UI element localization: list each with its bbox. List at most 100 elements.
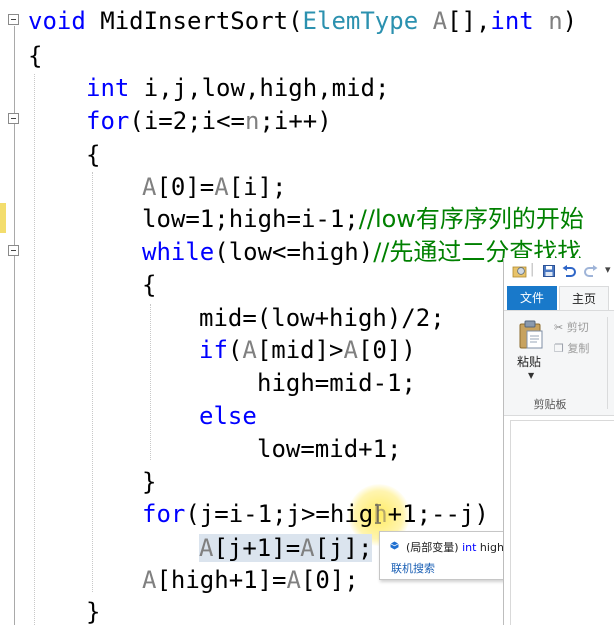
code-text: high=mid-1; xyxy=(257,369,416,397)
copy-button[interactable]: ❐ 复制 xyxy=(554,340,589,356)
cut-label: 剪切 xyxy=(566,321,589,334)
undo-icon[interactable] xyxy=(562,265,576,277)
cut-button[interactable]: ✂ 剪切 xyxy=(554,319,589,335)
code-line-function-signature[interactable]: void MidInsertSort(ElemType A[],int n) xyxy=(28,5,577,37)
param-n: n xyxy=(533,7,563,35)
code-line-if[interactable]: if(A[mid]>A[0]) xyxy=(199,334,416,366)
code-editor-screenshot: void MidInsertSort(ElemType A[],int n) {… xyxy=(0,0,614,625)
brace: { xyxy=(28,42,43,70)
code-line-open-brace[interactable]: { xyxy=(86,139,100,171)
code-line-low-assign[interactable]: low=mid+1; xyxy=(257,433,402,465)
tooltip-symbol: high xyxy=(476,541,504,554)
qat-separator: | xyxy=(530,262,535,277)
code-line-close-brace[interactable]: } xyxy=(142,466,156,498)
param-a: A xyxy=(286,566,301,594)
chevron-down-icon[interactable]: ▼ xyxy=(528,371,534,380)
cut-icon: ✂ xyxy=(554,321,564,334)
indent-guide xyxy=(92,172,93,592)
param-type: ElemType xyxy=(302,7,419,35)
brace: { xyxy=(86,141,101,169)
code-line-open-brace[interactable]: { xyxy=(28,40,42,72)
code-text: mid=(low+high)/2; xyxy=(199,304,445,332)
file-explorer-window: | ▾ 文件 主页 粘贴 ▼ ✂ 剪切 ❐ 复制 剪贴板 xyxy=(503,258,614,625)
param-a: A xyxy=(343,336,358,364)
code-text: [j]; xyxy=(314,534,373,562)
code-text: [high+1]= xyxy=(156,566,287,594)
declaration-list: i,j,low,high,mid; xyxy=(129,74,390,102)
code-line-close-brace[interactable]: } xyxy=(86,596,100,625)
code-text: -1;j>=hig xyxy=(243,500,374,528)
code-text: [mid]> xyxy=(256,336,344,364)
var-i: i xyxy=(243,173,258,201)
fold-collapse-icon[interactable] xyxy=(8,14,19,25)
code-text: <= xyxy=(216,107,245,135)
code-text: [0]) xyxy=(357,336,416,364)
var-i: i xyxy=(143,107,159,135)
code-text: =2; xyxy=(158,107,202,135)
quickinfo-tooltip: (局部变量) int high 联机搜索 xyxy=(379,531,521,580)
code-text: (low<=high) xyxy=(214,238,374,266)
code-text: -1; xyxy=(315,205,359,233)
code-text: [0]= xyxy=(156,173,215,201)
code-line-inner-for[interactable]: for(j=i-1;j>=high+1;--j) xyxy=(142,498,489,530)
param-a: A xyxy=(142,173,157,201)
keyword-for: for xyxy=(86,107,130,135)
ibeam-cursor-icon xyxy=(375,504,381,524)
code-line-else[interactable]: else xyxy=(199,400,257,432)
explorer-content-pane[interactable] xyxy=(510,420,614,625)
tooltip-description: (局部变量) int high xyxy=(406,539,504,555)
code-comment: //low有序序列的开始 xyxy=(358,205,584,233)
code-text: ( xyxy=(129,107,144,135)
code-line-low-high-init[interactable]: low=1;high=i-1;//low有序序列的开始 xyxy=(142,203,584,235)
code-line-high-assign[interactable]: high=mid-1; xyxy=(257,367,416,399)
var-i: i xyxy=(273,107,289,135)
save-icon[interactable] xyxy=(543,265,555,277)
code-text: ++) xyxy=(288,107,332,135)
keyword-void: void xyxy=(28,7,86,35)
code-line-outer-for[interactable]: for(i=2;i<=n;i++) xyxy=(86,105,332,137)
ribbon-tabs: 文件 主页 xyxy=(504,286,614,310)
code-text: ]; xyxy=(257,173,287,201)
param-a: A xyxy=(142,566,157,594)
param-brackets: [], xyxy=(447,7,491,35)
fold-collapse-icon[interactable] xyxy=(8,245,19,256)
code-line-shift[interactable]: A[j+1]=A[j]; xyxy=(199,532,373,564)
customize-qat-icon[interactable]: ▾ xyxy=(605,262,611,278)
fold-collapse-icon[interactable] xyxy=(8,113,19,124)
close-paren: ) xyxy=(562,7,578,35)
code-line-assign-a0[interactable]: A[0]=A[i]; xyxy=(142,171,287,203)
code-line-mid-calc[interactable]: mid=(low+high)/2; xyxy=(199,302,445,334)
code-text: low=mid+1; xyxy=(257,435,402,463)
tooltip-kind: (局部变量) xyxy=(406,541,459,554)
paste-button-label[interactable]: 粘贴 xyxy=(517,353,541,370)
code-text: ; xyxy=(259,107,274,135)
variable-icon xyxy=(390,541,399,550)
copy-icon: ❐ xyxy=(554,342,564,355)
param-a: A xyxy=(214,173,229,201)
change-marker xyxy=(0,203,6,233)
keyword-if: if xyxy=(199,336,228,364)
keyword-int: int xyxy=(86,74,130,102)
code-line-final-assign[interactable]: A[high+1]=A[0]; xyxy=(142,564,359,596)
quick-access-toolbar: | ▾ xyxy=(504,258,614,284)
code-line-open-brace[interactable]: { xyxy=(142,269,156,301)
code-line-declarations[interactable]: int i,j,low,high,mid; xyxy=(86,72,389,104)
keyword-for: for xyxy=(142,500,186,528)
tooltip-type: int xyxy=(462,541,477,554)
tab-file[interactable]: 文件 xyxy=(507,286,557,310)
redo-icon[interactable] xyxy=(584,265,598,277)
folder-properties-icon[interactable] xyxy=(512,264,528,278)
code-text: ( xyxy=(227,336,243,364)
highlighted-statement: A[j+1]=A[j]; xyxy=(199,534,373,562)
indent-guide xyxy=(34,74,35,625)
brace: } xyxy=(142,468,157,496)
code-text: (j= xyxy=(185,500,229,528)
brace: } xyxy=(86,598,101,625)
online-search-link[interactable]: 联机搜索 xyxy=(391,560,435,576)
param-n: n xyxy=(244,107,260,135)
code-text: [ xyxy=(228,173,244,201)
tab-home[interactable]: 主页 xyxy=(559,286,609,310)
paste-icon[interactable] xyxy=(518,320,544,350)
var-i: i xyxy=(228,500,244,528)
keyword-while: while xyxy=(142,238,215,266)
